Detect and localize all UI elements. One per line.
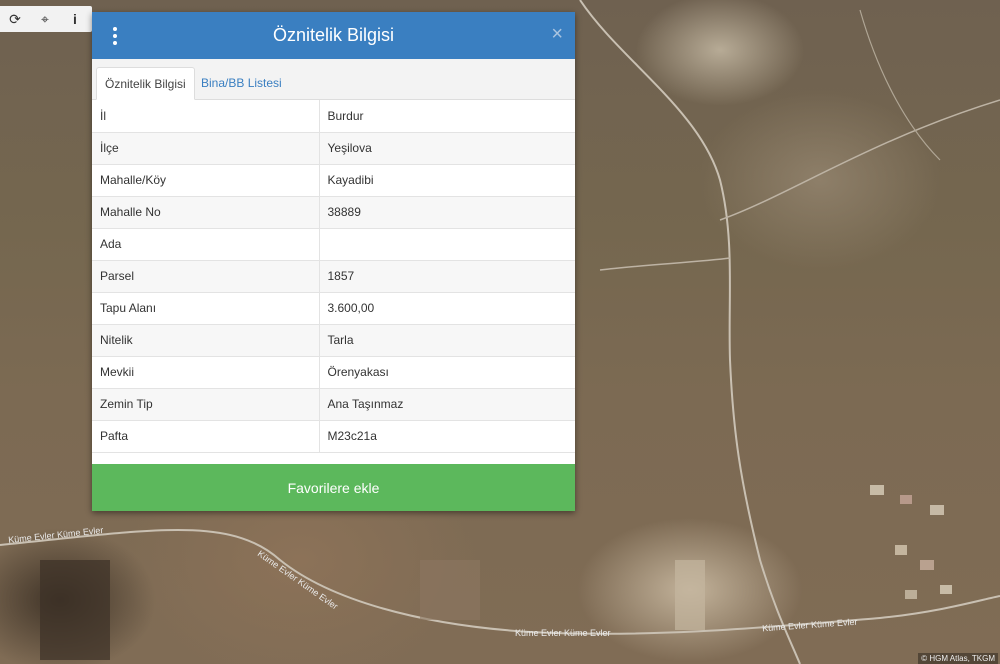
attribute-key: İlçe [92, 132, 320, 165]
table-row: Mahalle/Köy Kayadibi [92, 164, 575, 197]
table-row: Pafta M23c21a [92, 420, 575, 453]
road-label: Küme Evler Küme Evler [515, 628, 611, 638]
info-icon[interactable]: i [60, 6, 90, 32]
attribute-value [319, 228, 575, 261]
attribute-value: Yeşilova [319, 132, 575, 165]
map-toolbar: ⟳ ⌖ i [0, 6, 92, 32]
attribute-value: M23c21a [319, 420, 575, 453]
table-row: Parsel 1857 [92, 260, 575, 293]
map-attribution: © HGM Atlas, TKGM [918, 653, 998, 664]
table-row: Nitelik Tarla [92, 324, 575, 357]
attribute-value: 38889 [319, 196, 575, 229]
table-row: Zemin Tip Ana Taşınmaz [92, 388, 575, 421]
attribute-value: Ana Taşınmaz [319, 388, 575, 421]
tab-building-list[interactable]: Bina/BB Listesi [193, 67, 290, 99]
attribute-value: Örenyakası [319, 356, 575, 389]
attribute-key: Nitelik [92, 324, 320, 357]
attribute-key: Mevkii [92, 356, 320, 389]
add-favorite-button[interactable]: Favorilere ekle [92, 464, 575, 511]
attribute-value: Tarla [319, 324, 575, 357]
close-icon[interactable]: × [551, 23, 563, 46]
attribute-panel: Öznitelik Bilgisi × Öznitelik Bilgisi Bi… [92, 12, 575, 511]
table-row: İl Burdur [92, 100, 575, 133]
attribute-key: Zemin Tip [92, 388, 320, 421]
locate-icon[interactable]: ⌖ [30, 6, 60, 32]
table-row: Mevkii Örenyakası [92, 356, 575, 389]
tab-bar: Öznitelik Bilgisi Bina/BB Listesi [92, 59, 575, 100]
panel-header: Öznitelik Bilgisi × [92, 12, 575, 59]
attribute-key: Mahalle/Köy [92, 164, 320, 197]
attribute-key: Tapu Alanı [92, 292, 320, 325]
attribute-key: Mahalle No [92, 196, 320, 229]
table-row: Tapu Alanı 3.600,00 [92, 292, 575, 325]
attribute-table: İl Burdur İlçe Yeşilova Mahalle/Köy Kayadibi M… [92, 100, 575, 453]
attribute-value: 1857 [319, 260, 575, 293]
attribute-key: Parsel [92, 260, 320, 293]
table-row: İlçe Yeşilova [92, 132, 575, 165]
panel-title: Öznitelik Bilgisi [272, 25, 395, 45]
refresh-icon[interactable]: ⟳ [0, 6, 30, 32]
table-row: Mahalle No 38889 [92, 196, 575, 229]
tab-attribute-info[interactable]: Öznitelik Bilgisi [96, 67, 195, 100]
attribute-value: Kayadibi [319, 164, 575, 197]
attribute-value: Burdur [319, 100, 575, 133]
table-row: Ada [92, 228, 575, 261]
attribute-key: Pafta [92, 420, 320, 453]
menu-icon[interactable] [106, 25, 124, 47]
attribute-key: Ada [92, 228, 320, 261]
attribute-key: İl [92, 100, 320, 133]
attribute-value: 3.600,00 [319, 292, 575, 325]
